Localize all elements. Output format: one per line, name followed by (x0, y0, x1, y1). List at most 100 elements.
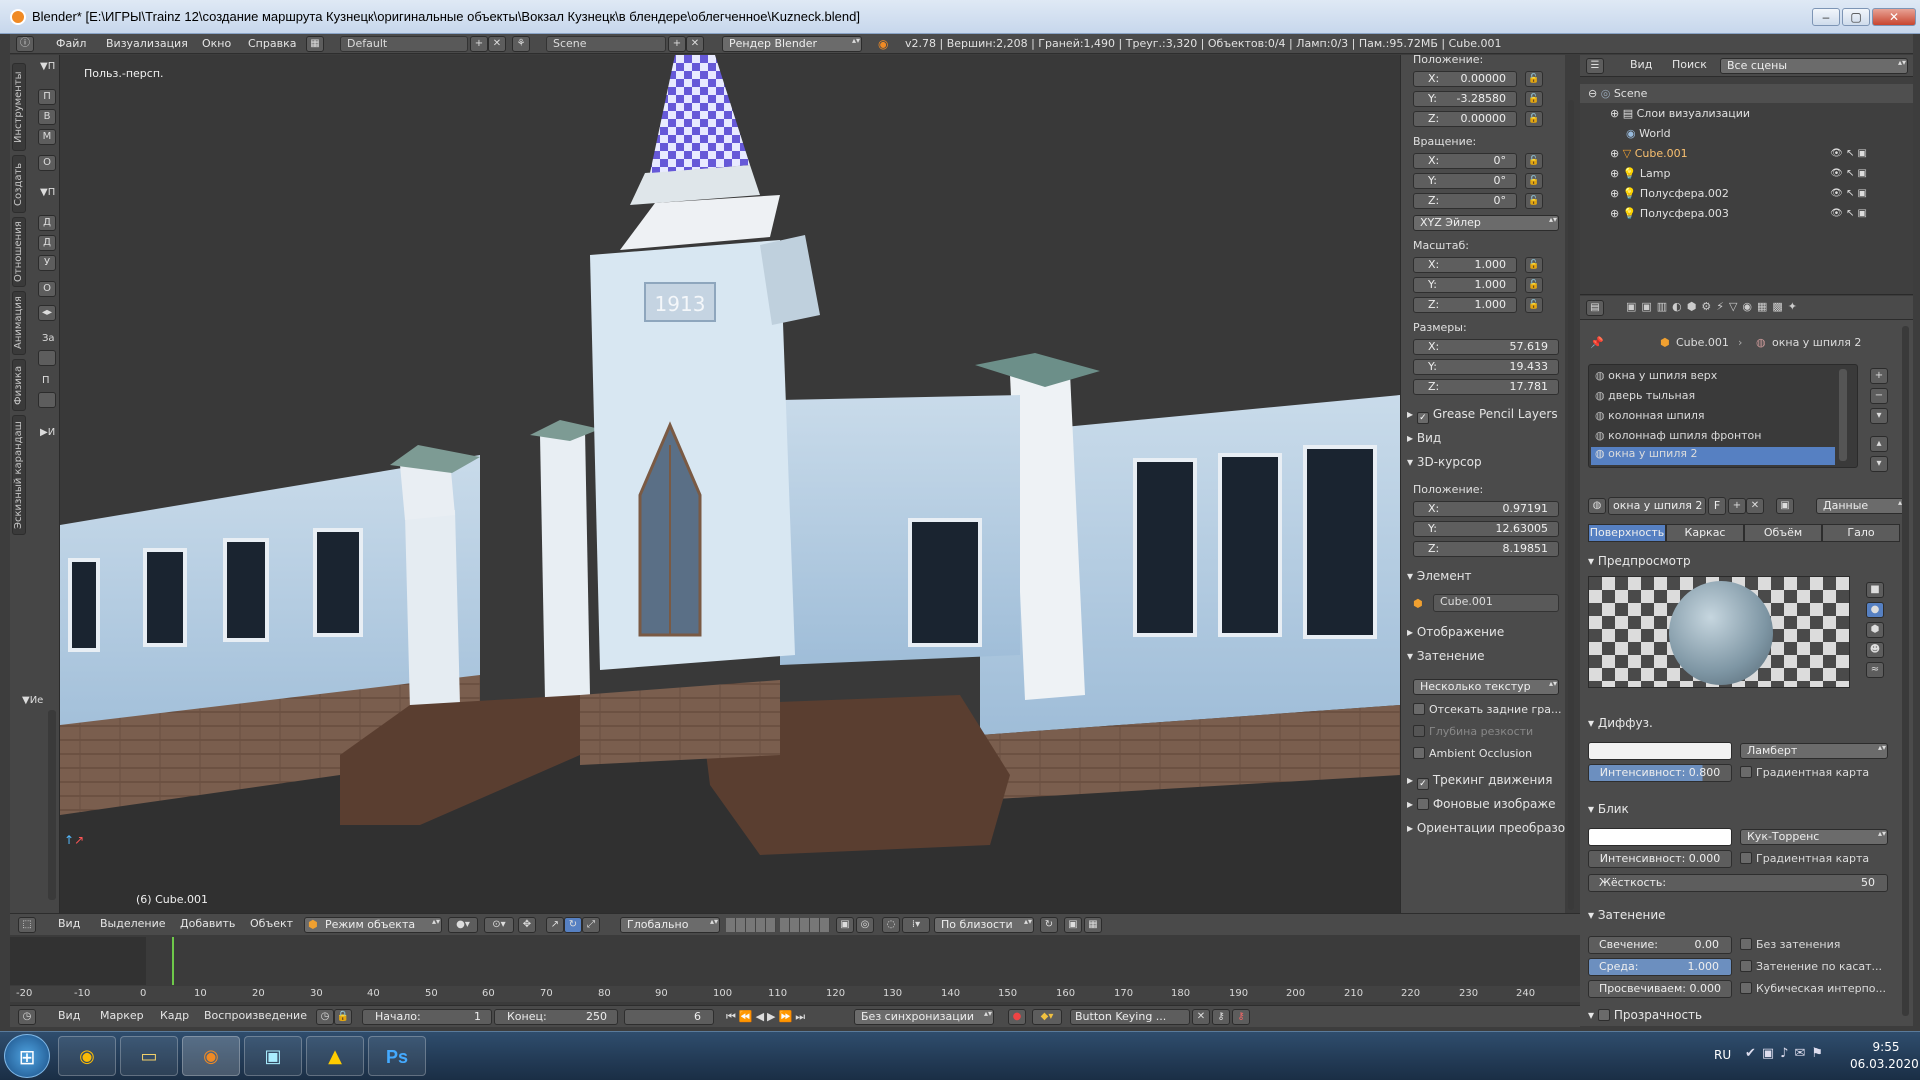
location-y-field[interactable]: Y: -3.28580 (1413, 91, 1517, 107)
panel-transparency[interactable]: ▾ Прозрачность (1588, 1008, 1702, 1022)
outliner-item-scene[interactable]: ⊖ ◎ Scene (1580, 84, 1913, 103)
cursor-x-field[interactable]: X: 0.97191 (1413, 501, 1559, 517)
material-link-dropdown[interactable]: Данные (1816, 498, 1908, 514)
panel-diffuse[interactable]: ▾ Диффуз. (1588, 716, 1653, 730)
menu-object[interactable]: Объект (250, 917, 293, 930)
slot-menu-icon[interactable]: ▾ (1870, 408, 1888, 424)
diffuse-ramp-checkbox[interactable]: Градиентная карта (1740, 766, 1869, 779)
current-frame-line[interactable] (172, 937, 174, 985)
material-slot[interactable]: ◍ окна у шпиля верх (1595, 369, 1717, 382)
preview-flat-icon[interactable]: ■ (1866, 582, 1884, 598)
move-slot-down-icon[interactable]: ▾ (1870, 456, 1888, 472)
tool-btn-9[interactable] (38, 350, 56, 366)
panel-specular[interactable]: ▾ Блик (1588, 802, 1629, 816)
translucency-field[interactable]: Просвечиваем: 0.000 (1588, 980, 1732, 998)
panel-grease-pencil[interactable]: ▸ ✓ Grease Pencil Layers (1407, 407, 1558, 424)
tab-create[interactable]: Создать (12, 155, 26, 213)
timeline-menu-marker[interactable]: Маркер (100, 1009, 144, 1022)
layers-grid-2[interactable] (780, 918, 830, 932)
preview-sphere-icon[interactable]: ● (1866, 602, 1884, 618)
backface-culling-checkbox[interactable]: Отсекать задние гра... (1413, 703, 1561, 716)
minimize-button[interactable]: – (1812, 8, 1840, 26)
clock-time[interactable]: 9:55 (1858, 1040, 1914, 1054)
cursor-y-field[interactable]: Y: 12.63005 (1413, 521, 1559, 537)
translate-manipulator-icon[interactable]: ↗ (546, 917, 564, 933)
visibility-eye-icon[interactable]: 👁 ↖ ▣ (1830, 184, 1867, 203)
material-slot[interactable]: ◍ дверь тыльная (1595, 389, 1695, 402)
grease-pencil-checkbox[interactable]: ✓ (1416, 412, 1429, 424)
n-panel-scrollbar[interactable] (1568, 100, 1574, 910)
tab-physics[interactable]: Физика (12, 359, 26, 411)
cursor-z-field[interactable]: Z: 8.19851 (1413, 541, 1559, 557)
scene-icon[interactable]: ⚘ (512, 36, 530, 52)
specular-ramp-checkbox[interactable]: Градиентная карта (1740, 852, 1869, 865)
material-slot-selected[interactable]: ◍ окна у шпиля 2 (1591, 447, 1835, 465)
close-button[interactable]: ✕ (1872, 8, 1916, 26)
lock-frame-icon[interactable]: 🔒 (334, 1009, 352, 1025)
keying-set-field[interactable]: Button Keying ... (1070, 1009, 1190, 1025)
preview-monkey-icon[interactable]: ☻ (1866, 642, 1884, 658)
viewport-shading-icon[interactable]: ●▾ (448, 917, 478, 933)
keying-clear-icon[interactable]: ✕ (1192, 1009, 1210, 1025)
snap-element-icon[interactable]: ⁞▾ (902, 917, 930, 933)
lock-icon[interactable]: 🔓 (1525, 193, 1543, 209)
tab-halo[interactable]: Гало (1822, 524, 1900, 542)
tool-btn-10[interactable] (38, 392, 56, 408)
material-slot[interactable]: ◍ колоннаф шпиля фронтон (1595, 429, 1761, 442)
outliner-item-cube[interactable]: ⊕ ▽ Cube.001 👁 ↖ ▣ (1580, 144, 1913, 163)
layout-grid-icon[interactable]: ▦ (306, 36, 324, 52)
new-material-icon[interactable]: + (1728, 498, 1746, 514)
ambient-occlusion-checkbox[interactable]: Ambient Occlusion (1413, 747, 1532, 760)
pivot-point-icon[interactable]: ⊙▾ (484, 917, 514, 933)
panel-shading[interactable]: ▾ Затенение (1588, 908, 1666, 922)
preview-range-icon[interactable]: ◷ (316, 1009, 334, 1025)
material-list-scrollbar[interactable] (1839, 369, 1847, 461)
blender-taskbar-icon[interactable]: ◉ (182, 1036, 240, 1076)
proportional-editing-icon[interactable]: ◎ (856, 917, 874, 933)
lock-icon[interactable]: 🔓 (1525, 277, 1543, 293)
visibility-eye-icon[interactable]: 👁 ↖ ▣ (1830, 164, 1867, 183)
menu-file[interactable]: Файл (56, 37, 86, 50)
editor-type-icon[interactable]: ⬚ (18, 917, 36, 933)
tab-volume[interactable]: Объём (1744, 524, 1822, 542)
specular-intensity-slider[interactable]: Интенсивност: 0.000 (1588, 850, 1732, 868)
outliner-menu-view[interactable]: Вид (1630, 58, 1652, 71)
start-frame-field[interactable]: Начало: 1 (362, 1009, 492, 1025)
timeline-menu-frame[interactable]: Кадр (160, 1009, 189, 1022)
tool-btn-5[interactable]: Д (38, 215, 56, 231)
tab-tools[interactable]: Инструменты (12, 63, 26, 151)
tool-btn-7[interactable]: У (38, 255, 56, 271)
menu-view[interactable]: Вид (58, 917, 80, 930)
shading-mode-dropdown[interactable]: Несколько текстур (1413, 679, 1559, 695)
move-slot-up-icon[interactable]: ▴ (1870, 436, 1888, 452)
specular-color-swatch[interactable] (1588, 828, 1732, 846)
outliner-item-hemisphere-003[interactable]: ⊕ 💡 Полусфера.003 👁 ↖ ▣ (1580, 204, 1913, 223)
lock-icon[interactable]: 🔓 (1525, 91, 1543, 107)
specular-shader-dropdown[interactable]: Кук-Торренс (1740, 829, 1888, 845)
tool-btn-3[interactable]: М (38, 129, 56, 145)
material-browse-icon[interactable]: ◍ (1588, 498, 1606, 514)
tab-grease-pencil[interactable]: Эскизный карандаш (12, 415, 26, 535)
outliner-item-hemisphere-002[interactable]: ⊕ 💡 Полусфера.002 👁 ↖ ▣ (1580, 184, 1913, 203)
diffuse-intensity-slider[interactable]: Интенсивност: 0.800 (1588, 764, 1732, 782)
input-language[interactable]: RU (1714, 1048, 1731, 1062)
unlink-material-icon[interactable]: ✕ (1746, 498, 1764, 514)
panel-header-history[interactable]: ▶И (40, 427, 55, 438)
keyframe-icon[interactable]: ◆▾ (1032, 1009, 1062, 1025)
image-viewer-taskbar-icon[interactable]: ▣ (244, 1036, 302, 1076)
menu-add[interactable]: Добавить (180, 917, 235, 930)
tangent-shading-checkbox[interactable]: Затенение по касат... (1740, 960, 1882, 973)
diffuse-color-swatch[interactable] (1588, 742, 1732, 760)
hardness-field[interactable]: Жёсткость: 50 (1588, 874, 1888, 892)
lock-icon[interactable]: 🔓 (1525, 153, 1543, 169)
rotation-z-field[interactable]: Z: 0° (1413, 193, 1517, 209)
lock-icon[interactable]: 🔓 (1525, 297, 1543, 313)
scene-add-icon[interactable]: + (668, 36, 686, 52)
tab-surface[interactable]: Поверхность (1588, 524, 1666, 542)
layers-grid-1[interactable] (726, 918, 776, 932)
item-name-field[interactable]: Cube.001 (1433, 594, 1559, 612)
interaction-mode-dropdown[interactable]: Режим объекта (304, 917, 442, 933)
outliner-item-lamp[interactable]: ⊕ 💡 Lamp 👁 ↖ ▣ (1580, 164, 1913, 183)
visibility-eye-icon[interactable]: 👁 ↖ ▣ (1830, 204, 1867, 223)
outliner-filter-dropdown[interactable]: Все сцены (1720, 58, 1908, 74)
